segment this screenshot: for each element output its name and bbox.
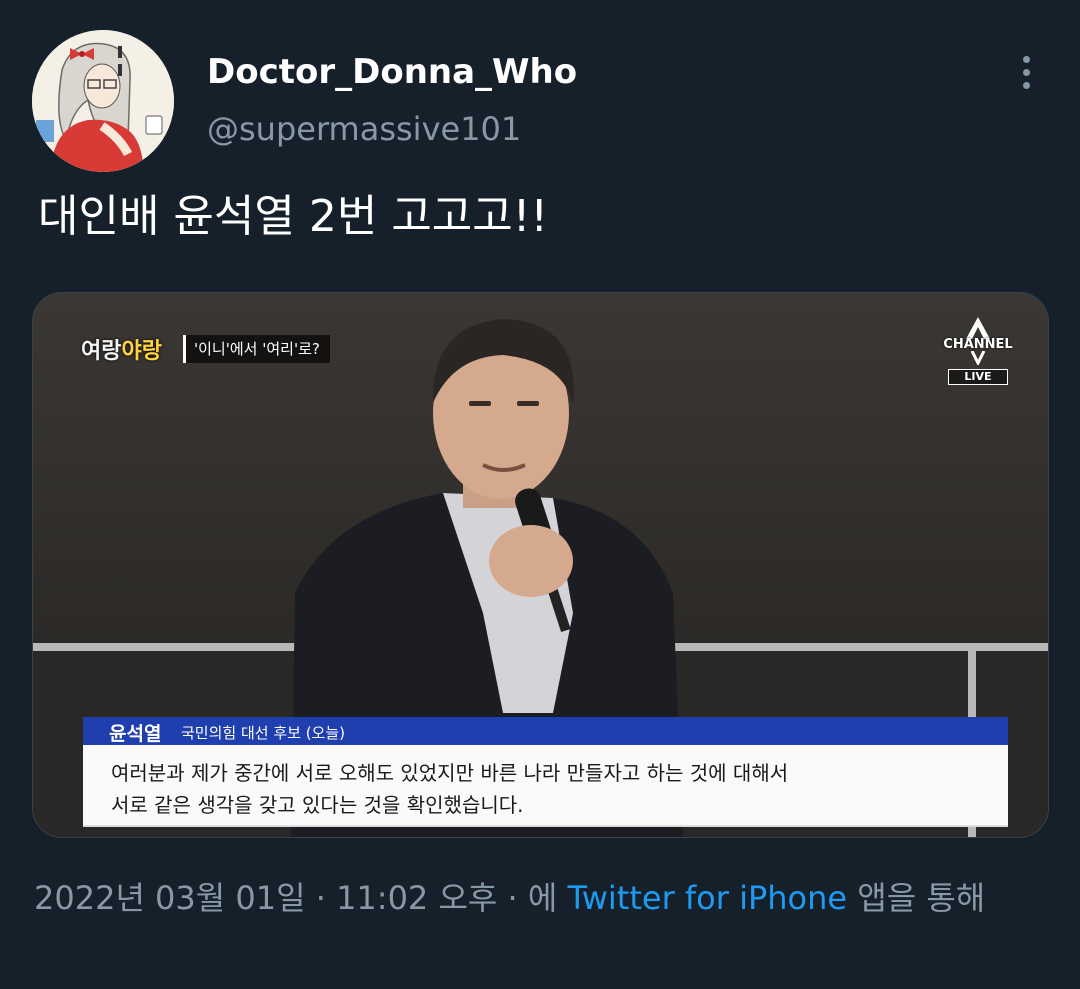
channel-name: CHANNEL [943,337,1013,352]
channel-a-icon [966,317,990,339]
channel-a-legs-icon [970,351,986,365]
more-dot [1023,69,1030,76]
topic-tag: '이니'에서 '여리'로? [183,335,330,363]
show-logo-accent: 야랑 [121,339,162,364]
more-vertical-icon[interactable] [1010,52,1044,92]
tweet-text: 대인배 윤석열 2번 고고고!! [38,191,549,242]
more-dot [1023,82,1030,89]
tweet-time[interactable]: 11:02 오후 [336,879,497,917]
more-dot [1023,56,1030,63]
tweet-date[interactable]: 2022년 03월 01일 [34,879,306,917]
channel-a-logo: CHANNEL LIVE [938,317,1018,389]
meta-suffix: 앱을 통해 [847,879,986,917]
author-handle[interactable]: @supermassive101 [207,110,521,148]
avatar[interactable] [32,30,174,172]
tweet-media-image[interactable]: 여랑야랑 '이니'에서 '여리'로? CHANNEL LIVE 윤석열 국민의힘… [32,292,1049,838]
avatar-illustration [32,30,174,172]
tweet-detail: Doctor_Donna_Who @supermassive101 대인배 윤석… [0,0,1080,989]
news-caption: 윤석열 국민의힘 대선 후보 (오늘) 여러분과 제가 중간에 서로 오해도 있… [83,717,1008,827]
caption-speaker-name: 윤석열 [109,723,162,745]
caption-header: 윤석열 국민의힘 대선 후보 (오늘) [83,717,1008,745]
source-app-link[interactable]: Twitter for iPhone [567,879,847,917]
meta-separator: · [305,879,337,917]
caption-body: 여러분과 제가 중간에 서로 오해도 있었지만 바른 나라 만들자고 하는 것에… [83,745,1008,827]
author-display-name[interactable]: Doctor_Donna_Who [207,52,577,92]
show-logo-main: 여랑 [81,339,122,364]
caption-line-1: 여러분과 제가 중간에 서로 오해도 있었지만 바른 나라 만들자고 하는 것에… [111,761,789,785]
caption-line-2: 서로 같은 생각을 갖고 있다는 것을 확인했습니다. [111,793,524,817]
tweet-meta: 2022년 03월 01일 · 11:02 오후 · 에 Twitter for… [34,872,1044,924]
live-badge: LIVE [948,369,1008,385]
show-logo: 여랑야랑 [81,333,162,365]
meta-separator: · 에 [497,879,568,917]
caption-speaker-role: 국민의힘 대선 후보 (오늘) [181,724,346,742]
